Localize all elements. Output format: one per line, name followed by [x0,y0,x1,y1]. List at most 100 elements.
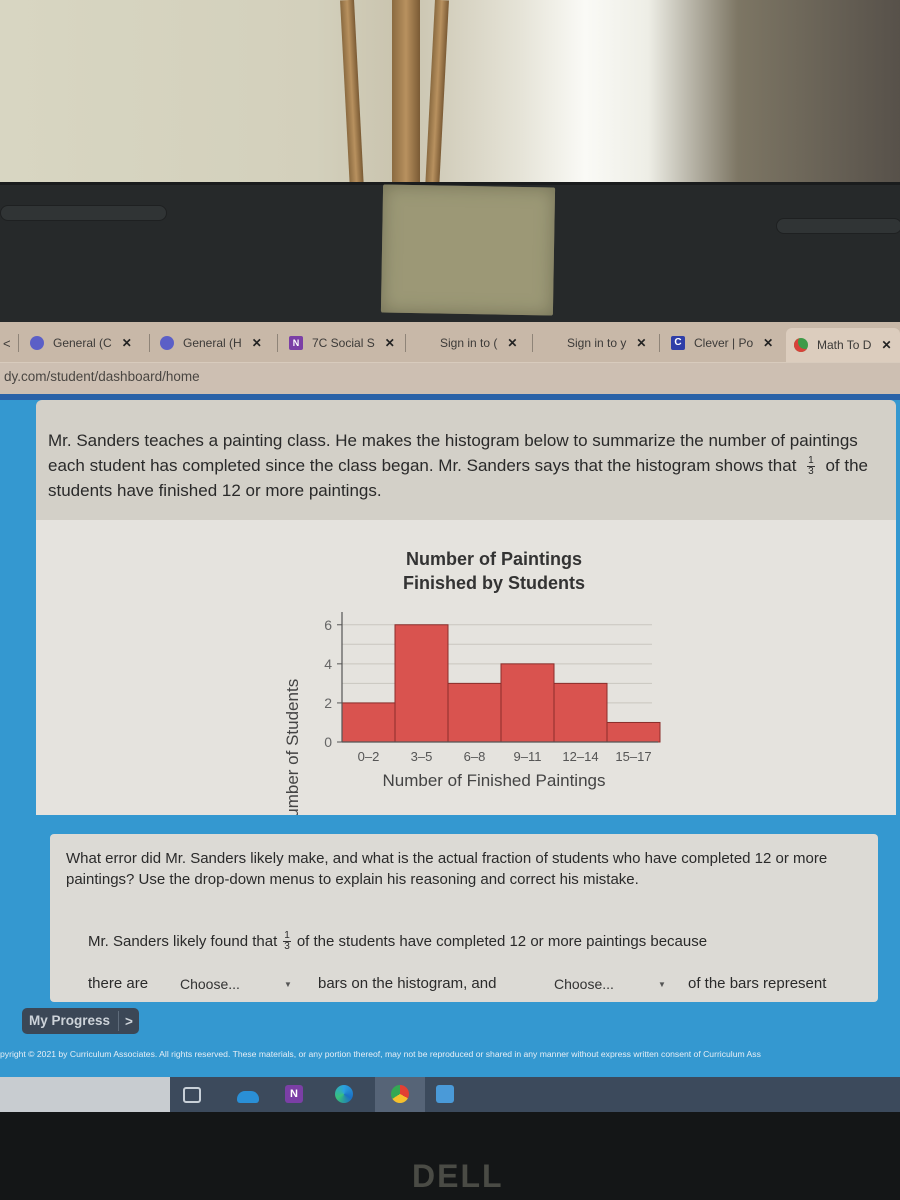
prompt-text: Mr. Sanders teaches a painting class. He… [48,431,858,475]
clever-icon: C [671,336,685,350]
chevron-right-icon: > [125,1013,133,1029]
tab-7c-social[interactable]: N 7C Social S ✕ [289,330,395,356]
y-axis-label: Number of Students [283,679,302,815]
histogram-bar [394,624,449,743]
close-tab-icon[interactable]: ✕ [385,336,395,350]
teams-icon [30,336,44,350]
tab-general-h[interactable]: General (H ✕ [160,330,262,356]
address-bar[interactable]: dy.com/student/dashboard/home [0,362,900,395]
background-pole [425,0,449,191]
question-text: What error did Mr. Sanders likely make, … [66,850,828,888]
tab-separator [277,334,278,352]
histogram-bar [500,663,555,743]
browser-tab-bar: < General (C ✕ General (H ✕ N 7C Social … [0,322,900,362]
onenote-icon: N [289,336,303,350]
background-pole [392,0,420,190]
histogram-bar [606,721,661,743]
y-tick-label: 6 [324,617,332,633]
x-tick-label: 6–8 [464,749,486,764]
dell-logo: DELL [412,1158,504,1194]
windows-taskbar: N [0,1077,900,1112]
tab-label: General (H [183,336,242,350]
math-cube-icon [794,338,808,352]
x-axis-label: Number of Finished Paintings [382,771,605,790]
taskbar-search-area[interactable] [0,1077,170,1112]
histogram-bar [553,682,608,743]
answer-sentence-line1: Mr. Sanders likely found that 13 of the … [88,931,707,952]
microsoft-icon [417,336,431,350]
dropdown-caret-icon: ▼ [284,979,292,989]
close-tab-icon[interactable]: ✕ [636,336,646,350]
bars-count-dropdown[interactable]: Choose... ▼ [180,972,305,996]
close-tab-icon[interactable]: ✕ [122,336,132,350]
fraction-one-third: 13 [283,931,291,952]
microsoft-icon [544,336,558,350]
teams-icon [160,336,174,350]
tab-separator [18,334,19,352]
fraction-denominator: 3 [808,466,814,478]
x-tick-label: 3–5 [411,749,433,764]
x-tick-label: 0–2 [358,749,380,764]
chart-title-line1: Number of Paintings [406,549,582,569]
tab-separator [532,334,533,352]
x-tick-label: 12–14 [562,749,598,764]
tab-separator [405,334,406,352]
zoom-icon[interactable] [436,1085,454,1103]
y-tick-label: 0 [324,734,332,750]
screen: < General (C ✕ General (H ✕ N 7C Social … [0,322,900,1112]
close-tab-icon[interactable]: ✕ [252,336,262,350]
tab-label: General (C [53,336,112,350]
histogram-bar [341,702,396,743]
webcam-tape [380,184,556,316]
close-tab-icon[interactable]: ✕ [881,338,891,352]
tab-label: Sign in to ( [440,336,498,350]
x-tick-label: 15–17 [615,749,651,764]
tab-scroll-left-button[interactable]: < [3,330,11,356]
onenote-icon[interactable]: N [285,1085,303,1103]
tab-sign-in-2[interactable]: Sign in to y ✕ [544,330,646,356]
sentence-text: bars on the histogram, and [318,975,497,992]
tab-label: Math To D [817,338,872,352]
sentence-text: Mr. Sanders likely found that [88,933,278,950]
y-tick-label: 4 [324,656,332,672]
tab-label: 7C Social S [312,336,375,350]
tab-clever[interactable]: C Clever | Po ✕ [671,330,773,356]
bars-fraction-dropdown[interactable]: Choose... ▼ [554,972,679,996]
histogram-chart: Number of Paintings Finished by Students… [283,549,661,830]
histogram-card: Number of Paintings Finished by Students… [36,520,896,830]
chrome-icon[interactable] [391,1085,409,1103]
problem-prompt: Mr. Sanders teaches a painting class. He… [48,428,878,503]
my-progress-button[interactable]: My Progress > [22,1008,139,1034]
fraction-denominator: 3 [284,941,290,952]
tab-sign-in-1[interactable]: Sign in to ( ✕ [417,330,517,356]
fraction-one-third: 13 [807,456,815,477]
close-tab-icon[interactable]: ✕ [507,336,517,350]
bezel-slot [776,218,900,234]
close-tab-icon[interactable]: ✕ [763,336,773,350]
bezel-slot [0,205,167,221]
url-text[interactable]: dy.com/student/dashboard/home [4,369,200,384]
dropdown-caret-icon: ▼ [658,979,666,989]
my-progress-label: My Progress [22,1011,120,1031]
onedrive-icon[interactable] [237,1091,259,1103]
task-view-icon[interactable] [183,1087,201,1103]
problem-card: Mr. Sanders teaches a painting class. He… [36,400,896,520]
tab-math-to-do[interactable]: Math To D ✕ [786,328,900,362]
background-pole [340,0,364,191]
sentence-text: of the bars represent [688,975,827,992]
tab-general-c[interactable]: General (C ✕ [30,330,132,356]
sentence-text: of the students have completed 12 or mor… [296,933,708,950]
dropdown-value: Choose... [554,976,614,992]
tab-separator [149,334,150,352]
sentence-text: there are [88,975,149,992]
tab-separator [659,334,660,352]
edge-icon[interactable] [335,1085,353,1103]
tab-label: Clever | Po [694,336,754,350]
y-tick-label: 2 [324,695,332,711]
histogram-bar [447,682,502,743]
question-card: What error did Mr. Sanders likely make, … [50,834,878,1002]
background-room-photo [0,0,900,200]
copyright-text: pyright © 2021 by Curriculum Associates.… [0,1049,761,1059]
dropdown-value: Choose... [180,976,240,992]
x-tick-label: 9–11 [514,749,542,764]
